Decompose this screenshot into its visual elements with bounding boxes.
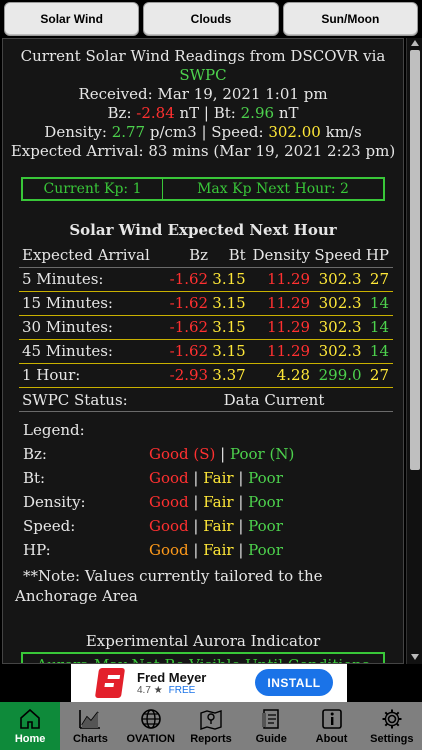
nav-reports[interactable]: Reports: [181, 702, 241, 750]
scroll-down-arrow-icon[interactable]: [411, 654, 419, 660]
header-bz: Bz: [155, 243, 213, 268]
star-icon: ★: [153, 685, 163, 696]
current-readings: Current Solar Wind Readings from DSCOVR …: [3, 39, 403, 161]
top-tab-bar: Solar Wind Clouds Sun/Moon: [0, 0, 422, 38]
header-density: Density: [249, 243, 315, 268]
globe-icon: [140, 709, 161, 729]
legend-row-bt: Bt: Good | Fair | Poor: [23, 468, 283, 487]
install-button[interactable]: INSTALL: [255, 669, 333, 696]
bt-value: 2.96: [240, 104, 275, 122]
table-row: 5 Minutes: -1.62 3.15 11.29 302.3 27: [19, 267, 393, 292]
table-header-row: Expected Arrival Bz Bt Density Speed HP: [19, 243, 393, 268]
speed-value: 302.00: [268, 123, 321, 141]
ad-app-name: Fred Meyer: [137, 670, 207, 685]
ad-card[interactable]: Fred Meyer 4.7 ★ FREE INSTALL: [71, 664, 347, 702]
scroll-up-arrow-icon[interactable]: [411, 40, 419, 46]
header-hp: HP: [365, 243, 393, 268]
header-speed: Speed: [314, 243, 366, 268]
legend: Legend: Bz: Good (S) | Poor (N) Bt: Good…: [3, 418, 403, 562]
table-row: 1 Hour: -2.93 3.37 4.28 299.0 27: [19, 363, 393, 388]
kp-box: Current Kp: 1 Max Kp Next Hour: 2: [21, 177, 385, 201]
bottom-nav: Home Charts OVATION Reports Guide About …: [0, 702, 422, 750]
max-kp-next-hour: Max Kp Next Hour: 2: [197, 181, 349, 197]
nav-charts[interactable]: Charts: [60, 702, 120, 750]
received-time: Received: Mar 19, 2021 1:01 pm: [78, 85, 328, 103]
nav-settings[interactable]: Settings: [362, 702, 422, 750]
home-icon: [20, 708, 40, 729]
nav-about[interactable]: About: [301, 702, 361, 750]
table-row: 15 Minutes: -1.62 3.15 11.29 302.3 14: [19, 291, 393, 316]
chart-icon: [79, 710, 101, 729]
gear-icon: [382, 709, 402, 729]
solar-wind-panel: Current Solar Wind Readings from DSCOVR …: [2, 38, 404, 664]
swpc-status: SWPC Status: Data Current: [19, 388, 393, 412]
header-bt: Bt: [212, 243, 250, 268]
nav-guide[interactable]: Guide: [241, 702, 301, 750]
tab-solar-wind[interactable]: Solar Wind: [4, 2, 140, 36]
status-value: Data Current: [223, 390, 325, 409]
density-speed-line: Density: 2.77 p/cm3 | Speed: 302.00 km/s: [44, 123, 362, 141]
anchorage-note: **Note: Values currently tailored to the…: [15, 566, 323, 605]
readings-title: Current Solar Wind Readings from DSCOVR …: [20, 47, 386, 84]
forecast-table: Expected Arrival Bz Bt Density Speed HP …: [19, 243, 393, 388]
info-icon: [321, 709, 342, 729]
fred-meyer-logo-icon: [93, 666, 127, 700]
nav-home[interactable]: Home: [0, 702, 61, 750]
map-pin-icon: [200, 710, 222, 730]
table-row: 30 Minutes: -1.62 3.15 11.29 302.3 14: [19, 315, 393, 340]
bz-value: -2.84: [136, 104, 175, 122]
bz-bt-line: Bz: -2.84 nT | Bt: 2.96 nT: [107, 104, 299, 122]
panel-scrollbar[interactable]: [406, 38, 422, 664]
table-row: 45 Minutes: -1.62 3.15 11.29 302.3 14: [19, 339, 393, 364]
expected-arrival: Expected Arrival: 83 mins (Mar 19, 2021 …: [10, 142, 396, 160]
density-value: 2.77: [111, 123, 146, 141]
guide-book-icon: [262, 709, 280, 729]
current-kp: Current Kp: 1: [23, 179, 163, 199]
status-label: SWPC Status:: [22, 390, 128, 409]
aurora-indicator: Aurora May Not Be Visible Until Conditio…: [21, 651, 385, 663]
tab-sun-moon[interactable]: Sun/Moon: [282, 2, 418, 36]
legend-row-density: Density: Good | Fair | Poor: [23, 492, 283, 511]
scroll-thumb[interactable]: [410, 50, 420, 470]
nav-ovation[interactable]: OVATION: [121, 702, 181, 750]
forecast-table-title: Solar Wind Expected Next Hour: [69, 221, 337, 239]
aurora-indicator-title: Experimental Aurora Indicator: [85, 631, 321, 650]
header-expected-arrival: Expected Arrival: [19, 243, 156, 268]
legend-row-speed: Speed: Good | Fair | Poor: [23, 516, 283, 535]
legend-row-hp: HP: Good | Fair | Poor: [23, 540, 283, 559]
ad-banner: Fred Meyer 4.7 ★ FREE INSTALL: [0, 664, 422, 702]
legend-row-bz: Bz: Good (S) | Poor (N): [23, 444, 295, 463]
swpc-link[interactable]: SWPC: [179, 66, 226, 84]
legend-title: Legend:: [23, 420, 85, 439]
tab-clouds[interactable]: Clouds: [143, 2, 279, 36]
ad-rating: 4.7 ★ FREE: [137, 685, 196, 696]
